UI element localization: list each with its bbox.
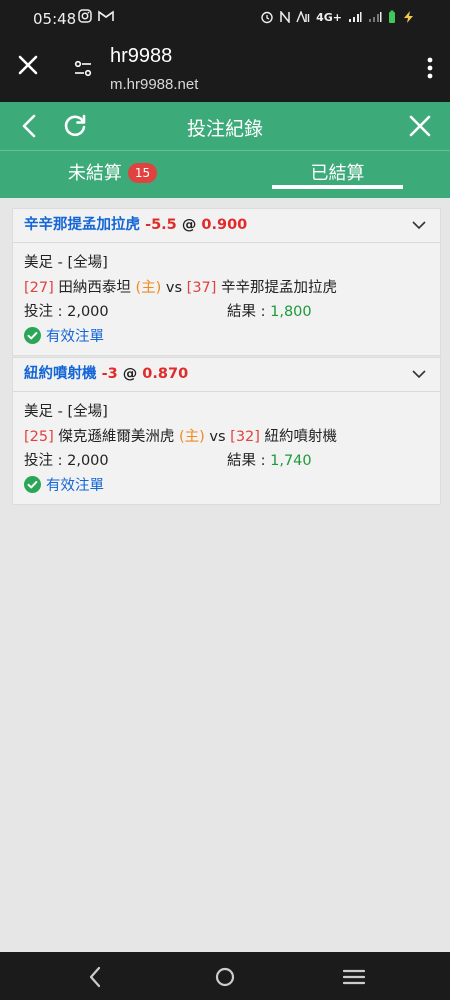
bet-card-body: 美足 - [全場] [27] 田納西泰坦 (主) vs [37] 辛辛那提孟加拉…	[13, 243, 440, 355]
bet-at: @	[122, 366, 138, 382]
home-team-name: 田納西泰坦	[58, 279, 131, 296]
stake-amount: 投注 : 2,000	[24, 453, 109, 469]
browser-page-title: hr9988	[110, 45, 173, 67]
away-team-name: 辛辛那提孟加拉虎	[221, 279, 338, 296]
network-type: 4G+	[316, 10, 342, 24]
browser-toolbar: hr9988 m.hr9988.net	[0, 36, 450, 102]
unsettled-count-badge: 15	[127, 163, 158, 183]
nfc-icon	[280, 11, 290, 23]
bet-status: 有效注單	[24, 325, 429, 350]
browser-url[interactable]: m.hr9988.net	[110, 76, 198, 93]
bet-at: @	[181, 217, 197, 233]
tab-settled[interactable]: 已結算	[225, 151, 450, 198]
bet-amounts: 投注 : 2,000 結果 : 1,800	[24, 300, 429, 325]
bet-matchup: [27] 田納西泰坦 (主) vs [37] 辛辛那提孟加拉虎	[24, 276, 429, 301]
result-value: 1,800	[270, 304, 312, 320]
tab-unsettled-label: 未結算	[67, 163, 122, 184]
bet-card-header[interactable]: 辛辛那提孟加拉虎 -5.5 @ 0.900	[13, 209, 440, 243]
signal-icon	[349, 12, 362, 22]
status-time: 05:48	[33, 10, 77, 28]
close-icon[interactable]	[408, 114, 432, 138]
check-circle-icon	[24, 326, 41, 344]
result-label: 結果 :	[227, 453, 271, 469]
bet-matchup: [25] 傑克遜維爾美洲虎 (主) vs [32] 紐約噴射機	[24, 425, 429, 450]
result: 結果 : 1,800	[227, 300, 312, 324]
bet-amounts: 投注 : 2,000 結果 : 1,740	[24, 449, 429, 474]
bet-status-text: 有效注單	[46, 477, 104, 494]
tab-bar: 未結算 15 已結算	[0, 151, 450, 198]
vs-label: vs	[165, 279, 183, 296]
chevron-down-icon[interactable]	[412, 369, 426, 379]
alarm-icon	[261, 11, 273, 24]
more-vert-icon[interactable]	[426, 56, 434, 80]
home-tag: (主)	[178, 428, 205, 445]
home-tag: (主)	[135, 279, 162, 296]
signal-weak-icon	[369, 12, 382, 22]
battery-icon	[389, 10, 395, 23]
bet-card: 紐約噴射機 -3 @ 0.870 美足 - [全場] [25] 傑克遜維爾美洲虎…	[12, 357, 441, 505]
result-value: 1,740	[270, 453, 312, 469]
bet-handicap: -3	[101, 366, 118, 382]
bet-team: 紐約噴射機	[24, 366, 97, 382]
home-number: [25]	[24, 428, 54, 445]
bet-status: 有效注單	[24, 474, 429, 499]
bet-card-header[interactable]: 紐約噴射機 -3 @ 0.870	[13, 358, 440, 392]
volte-icon	[296, 11, 310, 23]
away-number: [32]	[230, 428, 260, 445]
nav-home-icon[interactable]	[215, 967, 235, 987]
bet-handicap: -5.5	[145, 217, 177, 233]
page-title: 投注紀錄	[186, 118, 263, 140]
home-team-name: 傑克遜維爾美洲虎	[58, 428, 175, 445]
nav-recents-icon[interactable]	[343, 969, 365, 985]
gmail-icon	[98, 10, 114, 21]
system-nav-bar	[0, 952, 450, 1000]
bet-team: 辛辛那提孟加拉虎	[24, 217, 140, 233]
close-tab-icon[interactable]	[15, 52, 41, 78]
site-settings-icon[interactable]	[73, 59, 93, 79]
vs-label: vs	[209, 428, 226, 445]
bet-league: 美足 - [全場]	[24, 255, 108, 271]
chevron-down-icon[interactable]	[412, 220, 426, 230]
home-number: [27]	[24, 279, 54, 296]
nav-back-icon[interactable]	[88, 966, 102, 988]
bet-card: 辛辛那提孟加拉虎 -5.5 @ 0.900 美足 - [全場] [27] 田納西…	[12, 208, 441, 356]
bet-odds: 0.900	[201, 217, 248, 233]
active-tab-indicator	[272, 185, 403, 189]
result: 結果 : 1,740	[227, 449, 312, 473]
bet-odds: 0.870	[142, 366, 189, 382]
status-bar: 05:48 4G+	[0, 0, 450, 36]
bet-league: 美足 - [全場]	[24, 404, 108, 420]
charging-icon	[404, 11, 413, 23]
app-header: 投注紀錄	[0, 102, 450, 151]
bet-status-text: 有效注單	[46, 328, 104, 345]
bet-card-body: 美足 - [全場] [25] 傑克遜維爾美洲虎 (主) vs [32] 紐約噴射…	[13, 392, 440, 504]
tab-settled-label: 已結算	[310, 163, 365, 184]
instagram-icon	[78, 9, 92, 23]
result-label: 結果 :	[227, 304, 271, 320]
check-circle-icon	[24, 475, 41, 493]
away-number: [37]	[186, 279, 217, 296]
stake-amount: 投注 : 2,000	[24, 304, 109, 320]
away-team-name: 紐約噴射機	[264, 428, 338, 445]
tab-unsettled[interactable]: 未結算 15	[0, 151, 225, 198]
